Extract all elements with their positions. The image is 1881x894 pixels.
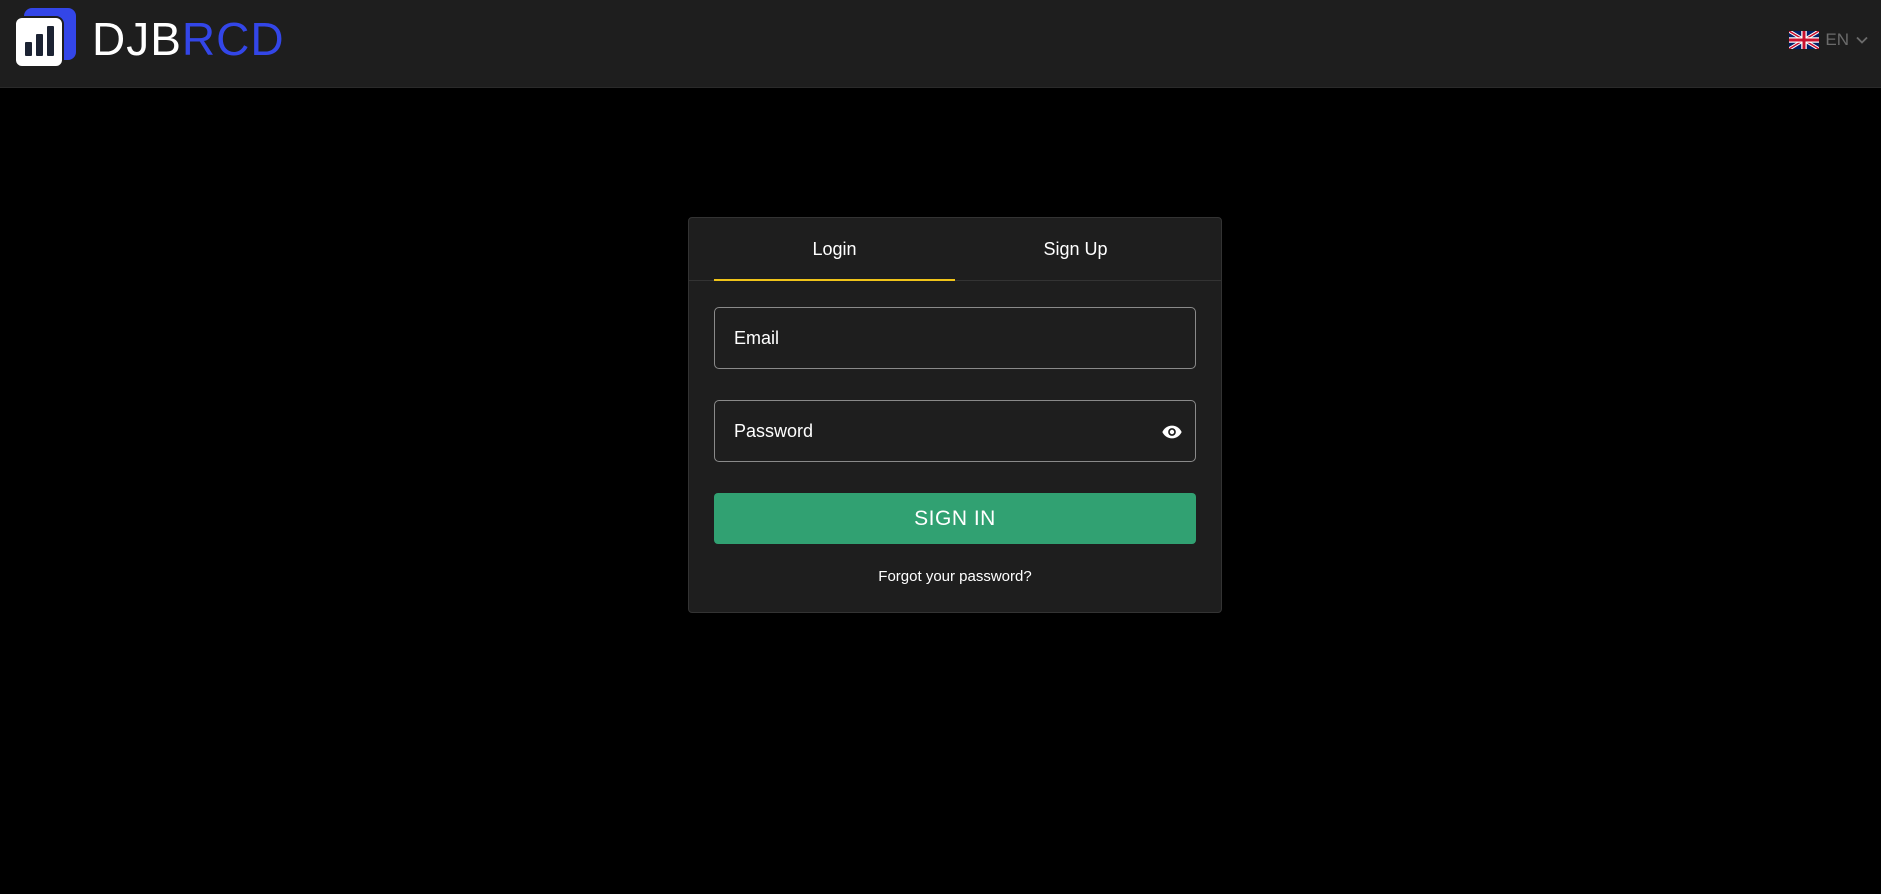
tab-login[interactable]: Login: [714, 218, 955, 281]
sign-in-button[interactable]: SIGN IN: [714, 493, 1196, 544]
email-field-wrapper: [714, 307, 1196, 369]
brand-name-part1: DJB: [92, 13, 182, 65]
auth-card: Login Sign Up SIGN IN Forgot your passwo…: [688, 217, 1222, 613]
chevron-down-icon: [1856, 36, 1868, 44]
forgot-password-link[interactable]: Forgot your password?: [689, 568, 1221, 585]
logo-chart-icon: [14, 8, 76, 70]
auth-tabs: Login Sign Up: [689, 218, 1221, 281]
language-code: EN: [1825, 30, 1849, 49]
show-password-eye-icon[interactable]: [1161, 421, 1183, 443]
brand-logo[interactable]: DJBRCD: [14, 8, 285, 70]
brand-name: DJBRCD: [92, 16, 285, 62]
brand-name-part2: RCD: [181, 13, 285, 65]
tab-sign-up[interactable]: Sign Up: [955, 218, 1196, 280]
language-selector[interactable]: EN: [1789, 30, 1869, 50]
password-field-wrapper: [714, 400, 1196, 462]
password-field[interactable]: [715, 401, 1195, 461]
top-navbar: DJBRCD EN: [0, 0, 1881, 88]
uk-flag-icon: [1789, 31, 1820, 49]
email-field[interactable]: [715, 308, 1195, 368]
